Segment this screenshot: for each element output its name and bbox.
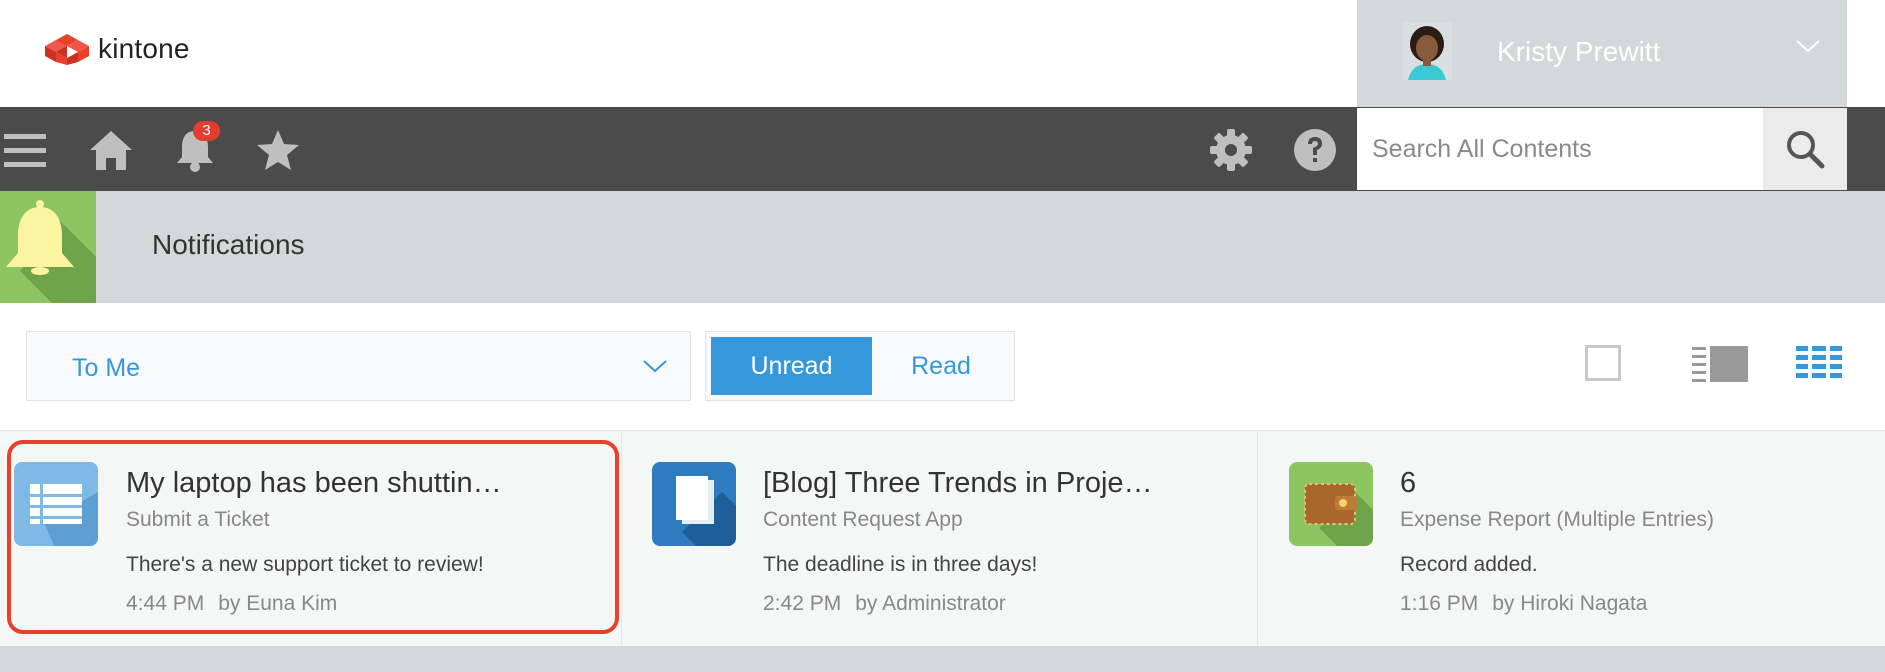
- notification-list: My laptop has been shuttin… Submit a Tic…: [0, 430, 1885, 647]
- list-app-icon: [14, 462, 98, 546]
- chevron-down-icon: [1796, 40, 1820, 53]
- notification-time: 2:42 PM: [763, 592, 842, 615]
- settings-button[interactable]: [1206, 125, 1256, 175]
- user-name: Kristy Prewitt: [1497, 36, 1661, 67]
- list-view-icon: [1796, 346, 1842, 378]
- notification-message: There's a new support ticket to review!: [126, 553, 484, 576]
- notification-app-name[interactable]: Content Request App: [763, 508, 963, 532]
- search-box: [1357, 108, 1763, 190]
- preview-view-icon: [1692, 346, 1748, 382]
- home-icon: [90, 131, 132, 170]
- search-input[interactable]: [1357, 108, 1763, 190]
- notification-app-name[interactable]: Expense Report (Multiple Entries): [1400, 508, 1714, 532]
- search-icon: [1787, 131, 1825, 169]
- notification-card[interactable]: [Blog] Three Trends in Proje… Content Re…: [621, 431, 1257, 647]
- read-status-tabs: Unread Read: [705, 331, 1015, 401]
- notification-card[interactable]: 6 Expense Report (Multiple Entries) Reco…: [1257, 431, 1885, 647]
- notification-meta: 4:44 PM by Euna Kim: [126, 592, 337, 616]
- notification-message: The deadline is in three days!: [763, 553, 1038, 576]
- avatar: [1402, 22, 1452, 80]
- filter-selected-value: To Me: [72, 354, 141, 382]
- chevron-down-icon: [643, 360, 667, 373]
- search-button[interactable]: [1763, 108, 1847, 190]
- gear-icon: [1210, 129, 1252, 171]
- star-icon: [257, 130, 299, 170]
- notification-title[interactable]: My laptop has been shuttin…: [126, 467, 502, 500]
- tab-unread[interactable]: Unread: [711, 337, 872, 395]
- wallet-app-icon: [1289, 462, 1373, 546]
- notification-title[interactable]: 6: [1400, 467, 1416, 500]
- notification-count-badge: 3: [193, 121, 220, 141]
- checkbox-icon: [1585, 345, 1621, 381]
- document-app-icon: [652, 462, 736, 546]
- notifications-app-icon: [0, 191, 96, 303]
- notification-meta: 1:16 PM by Hiroki Nagata: [1400, 592, 1647, 616]
- footer-band: [0, 646, 1885, 672]
- header: kintone Kristy Prewitt: [0, 0, 1885, 107]
- kintone-logo[interactable]: kintone: [44, 32, 190, 66]
- page-header: Notifications: [0, 191, 1885, 303]
- help-button[interactable]: [1290, 125, 1340, 175]
- menu-icon: [4, 134, 46, 167]
- select-all-checkbox[interactable]: [1585, 345, 1621, 386]
- recipient-filter-select[interactable]: To Me: [26, 331, 691, 401]
- page-title: Notifications: [152, 229, 305, 260]
- bell-icon: [6, 200, 96, 303]
- notification-title[interactable]: [Blog] Three Trends in Proje…: [763, 467, 1153, 500]
- notification-author: by Euna Kim: [218, 592, 338, 615]
- notification-author: by Administrator: [855, 592, 1006, 615]
- logo-text: kintone: [98, 33, 190, 64]
- notification-meta: 2:42 PM by Administrator: [763, 592, 1006, 616]
- notification-time: 4:44 PM: [126, 592, 205, 615]
- preview-view-button[interactable]: [1690, 345, 1750, 388]
- user-menu[interactable]: Kristy Prewitt: [1357, 0, 1847, 107]
- favorites-button[interactable]: [253, 125, 303, 175]
- notification-time: 1:16 PM: [1400, 592, 1479, 615]
- notification-card[interactable]: My laptop has been shuttin… Submit a Tic…: [0, 431, 621, 647]
- menu-button[interactable]: [0, 125, 50, 175]
- tab-read[interactable]: Read: [872, 337, 1010, 395]
- notification-app-name[interactable]: Submit a Ticket: [126, 508, 270, 532]
- notification-author: by Hiroki Nagata: [1492, 592, 1648, 615]
- notification-message: Record added.: [1400, 553, 1538, 576]
- help-icon: [1294, 129, 1336, 171]
- home-button[interactable]: [86, 125, 136, 175]
- list-view-button[interactable]: [1795, 345, 1843, 388]
- kintone-logo-icon: [45, 34, 89, 65]
